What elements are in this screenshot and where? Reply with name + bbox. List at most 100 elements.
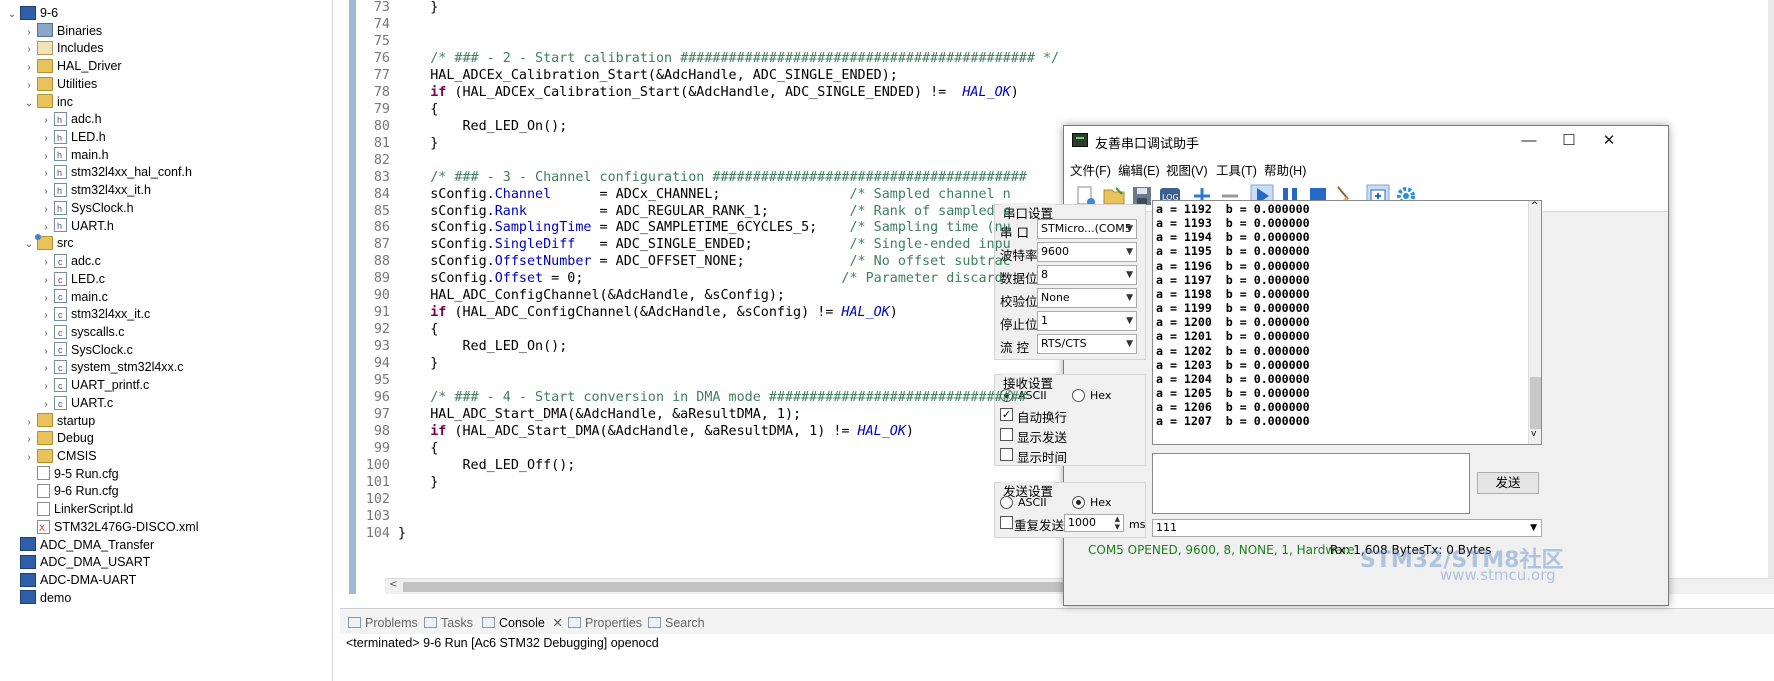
editor-annotation-ruler [349, 0, 356, 594]
databits-select[interactable]: 8 ▼ [1037, 265, 1137, 285]
code-line[interactable]: sConfig.SamplingTime = ADC_SAMPLETIME_6C… [398, 219, 1011, 237]
receive-line: a = 1198 b = 0.000000 [1156, 286, 1310, 301]
minimize-button[interactable]: — [1514, 130, 1544, 152]
show-send-checkbox[interactable] [1000, 428, 1013, 441]
code-line[interactable]: } [398, 525, 406, 543]
maximize-button[interactable]: ☐ [1554, 130, 1584, 152]
app-root: ⌄ 9-6 › Binaries › Includes › HAL_Driver › Utilit… [0, 0, 1774, 681]
header-file-icon [54, 128, 67, 148]
code-line[interactable]: /* ### - 3 - Channel configuration #####… [398, 169, 1027, 187]
scroll-up-icon[interactable]: ^ [1531, 201, 1539, 211]
send-history-select[interactable]: 111 ▼ [1152, 519, 1542, 537]
code-line[interactable]: { [398, 440, 438, 458]
code-line[interactable]: if (HAL_ADC_ConfigChannel(&AdcHandle, &s… [398, 304, 898, 322]
code-line[interactable]: sConfig.Rank = ADC_REGULAR_RANK_1; /* Ra… [398, 203, 1011, 221]
code-line[interactable]: } [398, 474, 438, 492]
close-icon[interactable]: ✕ [552, 616, 562, 630]
parity-select[interactable]: None ▼ [1037, 288, 1137, 308]
show-time-checkbox[interactable] [1000, 448, 1013, 461]
receive-line: a = 1193 b = 0.000000 [1156, 216, 1310, 231]
code-line[interactable]: Red_LED_On(); [398, 338, 567, 356]
code-line[interactable]: if (HAL_ADC_Start_DMA(&AdcHandle, &aResu… [398, 423, 914, 441]
close-button[interactable]: ✕ [1594, 130, 1624, 152]
menu-edit[interactable]: 编辑(E) [1118, 160, 1160, 179]
c-file-icon [54, 394, 67, 414]
search-icon [648, 617, 661, 629]
code-line[interactable]: Red_LED_On(); [398, 118, 567, 136]
show-time-label: 显示时间 [1017, 450, 1068, 465]
line-number: 95 [373, 373, 390, 389]
line-number: 89 [373, 271, 390, 287]
code-line[interactable]: HAL_ADC_Start_DMA(&AdcHandle, &aResultDM… [398, 406, 801, 424]
repeat-interval-value: 1000 [1068, 516, 1096, 529]
tab-console[interactable]: Console ✕ [482, 614, 563, 632]
source-folder-icon [35, 234, 53, 251]
project-icon [20, 5, 36, 20]
tasks-icon [424, 617, 437, 629]
code-line[interactable]: { [398, 321, 438, 339]
tree-item-label: Utilities [57, 76, 98, 91]
tx-hex-radio[interactable] [1072, 496, 1085, 509]
receive-scrollbar[interactable]: ^ v [1528, 201, 1541, 444]
menu-help[interactable]: 帮助(H) [1264, 160, 1306, 179]
code-line[interactable]: sConfig.Channel = ADCx_CHANNEL; /* Sampl… [398, 186, 1011, 204]
stopbits-select[interactable]: 1 ▼ [1037, 311, 1137, 331]
receive-line: a = 1205 b = 0.000000 [1156, 385, 1310, 400]
tab-tasks[interactable]: Tasks [424, 614, 473, 632]
app-icon [1072, 133, 1088, 147]
code-line[interactable]: { [398, 101, 438, 119]
scroll-thumb[interactable] [1530, 377, 1541, 429]
code-line[interactable]: HAL_ADC_ConfigChannel(&AdcHandle, &sConf… [398, 287, 785, 305]
code-line[interactable]: /* ### - 4 - Start conversion in DMA mod… [398, 389, 1027, 407]
menu-view[interactable]: 视图(V) [1166, 160, 1208, 179]
editor-vertical-scrollbar[interactable] [1768, 0, 1774, 594]
spinner-arrows-icon[interactable]: ▲ ▼ [1115, 515, 1120, 531]
header-file-icon [54, 199, 67, 219]
config-file-icon [37, 501, 50, 516]
tree-item-label: SysClock.c [71, 342, 133, 357]
title-bar[interactable]: 友善串口调试助手 — ☐ ✕ [1064, 126, 1668, 156]
scroll-left-icon[interactable]: < [389, 579, 397, 590]
line-number: 92 [373, 322, 390, 338]
tx-ascii-radio[interactable] [1000, 496, 1013, 509]
chevron-down-icon[interactable]: ⌄ [23, 235, 35, 255]
code-line[interactable]: sConfig.Offset = 0; /* Parameter discard [398, 270, 1002, 288]
c-file-icon [54, 340, 67, 360]
menu-tools[interactable]: 工具(T) [1216, 160, 1257, 179]
send-button[interactable]: 发送 [1477, 472, 1539, 494]
tab-properties[interactable]: Properties [568, 614, 642, 632]
code-line[interactable]: } [398, 135, 438, 153]
tree-item-label: STM32L476G-DISCO.xml [54, 519, 199, 534]
tree-item-label: CMSIS [57, 449, 97, 463]
repeat-send-label: 重复发送 [1014, 518, 1065, 533]
repeat-interval-spinner[interactable]: 1000 ▲ ▼ [1064, 514, 1124, 532]
tree-item-label: UART.c [71, 395, 114, 410]
tree-item-label: stm32l4xx_hal_conf.h [71, 165, 192, 180]
scroll-down-icon[interactable]: v [1531, 429, 1536, 439]
code-line[interactable]: } [398, 355, 438, 373]
code-line[interactable]: Red_LED_Off(); [398, 457, 575, 475]
repeat-send-checkbox[interactable] [1000, 516, 1013, 529]
menu-file[interactable]: 文件(F) [1070, 160, 1111, 179]
code-line[interactable]: if (HAL_ADCEx_Calibration_Start(&AdcHand… [398, 84, 1019, 102]
code-line[interactable]: sConfig.SingleDiff = ADC_SINGLE_ENDED; /… [398, 236, 1011, 254]
tree-item[interactable]: demo [6, 588, 71, 608]
repeat-unit-label: ms [1129, 518, 1146, 531]
flow-select[interactable]: RTS/CTS ▼ [1037, 334, 1137, 354]
tab-search[interactable]: Search [648, 614, 705, 632]
code-line[interactable]: HAL_ADCEx_Calibration_Start(&AdcHandle, … [398, 67, 898, 85]
tab-problems[interactable]: Problems [348, 614, 418, 632]
code-line[interactable]: /* ### - 2 - Start calibration #########… [398, 50, 1059, 68]
rx-hex-radio[interactable] [1072, 389, 1085, 402]
chevron-down-icon[interactable]: ⌄ [6, 5, 18, 25]
code-line[interactable]: } [398, 0, 438, 17]
baud-select[interactable]: 9600 ▼ [1037, 242, 1137, 262]
binaries-icon [37, 23, 53, 38]
code-line[interactable]: sConfig.OffsetNumber = ADC_OFFSET_NONE; … [398, 253, 1011, 271]
auto-wrap-checkbox[interactable]: ✓ [1000, 408, 1013, 421]
tree-item-label: stm32l4xx_it.h [71, 183, 151, 198]
flow-label: 流 控 [1000, 340, 1029, 355]
chevron-down-icon[interactable]: ⌄ [23, 94, 35, 114]
port-select[interactable]: STMicro...(COM5 ▼ [1037, 219, 1137, 239]
send-text-area[interactable] [1152, 453, 1470, 514]
